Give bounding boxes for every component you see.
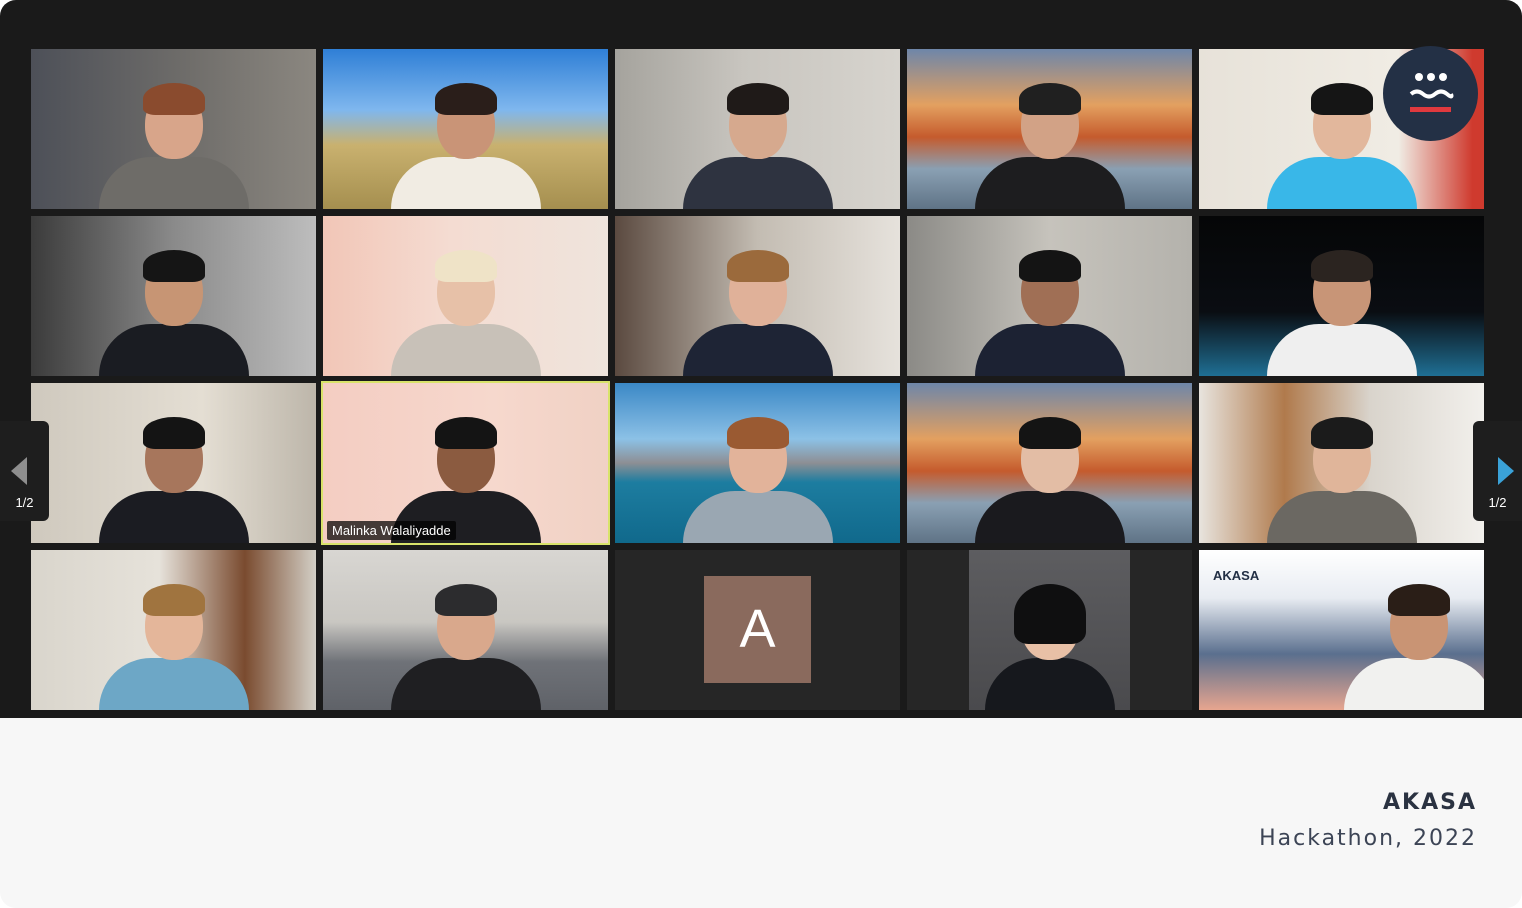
participant-tile-no-video[interactable]: A: [615, 550, 900, 710]
participant-name-label: Malinka Walaliyadde: [327, 521, 456, 540]
participant-tile[interactable]: [1199, 216, 1484, 376]
participant-tile[interactable]: [31, 49, 316, 209]
participant-tile[interactable]: [615, 383, 900, 543]
participant-tile[interactable]: [31, 383, 316, 543]
chevron-right-icon: [1498, 457, 1514, 485]
active-speaker-tile[interactable]: Malinka Walaliyadde: [321, 381, 610, 545]
chevron-left-icon: [11, 457, 27, 485]
akasa-background-brand: AKASA: [1213, 568, 1260, 583]
participant-tile[interactable]: [31, 550, 316, 710]
participant-tile[interactable]: [1199, 383, 1484, 543]
page-indicator: 1/2: [1488, 495, 1507, 510]
participant-tile[interactable]: [907, 216, 1192, 376]
participant-tile[interactable]: [323, 550, 608, 710]
participant-grid: Malinka Walaliyadde A AKASA: [31, 49, 1484, 710]
participant-tile[interactable]: [31, 216, 316, 376]
company-name: AKASA: [1383, 790, 1477, 815]
participant-tile[interactable]: [907, 550, 1192, 710]
participant-tile[interactable]: [615, 49, 900, 209]
page-indicator: 1/2: [15, 495, 34, 510]
next-page-button[interactable]: 1/2: [1473, 421, 1522, 521]
participant-tile[interactable]: AKASA: [1199, 550, 1484, 710]
participant-tile[interactable]: [907, 383, 1192, 543]
showcase-card: Malinka Walaliyadde A AKASA 1/2 1/2 AKAS…: [0, 0, 1522, 908]
participant-tile[interactable]: [907, 49, 1192, 209]
prev-page-button[interactable]: 1/2: [0, 421, 49, 521]
participant-avatar: A: [704, 576, 811, 683]
participant-tile[interactable]: [323, 216, 608, 376]
akasa-robot-logo-icon: [1383, 46, 1478, 141]
participant-tile[interactable]: [615, 216, 900, 376]
video-meeting-gallery: Malinka Walaliyadde A AKASA 1/2 1/2: [0, 0, 1522, 718]
participant-tile[interactable]: [323, 49, 608, 209]
event-caption: Hackathon, 2022: [1259, 826, 1477, 851]
